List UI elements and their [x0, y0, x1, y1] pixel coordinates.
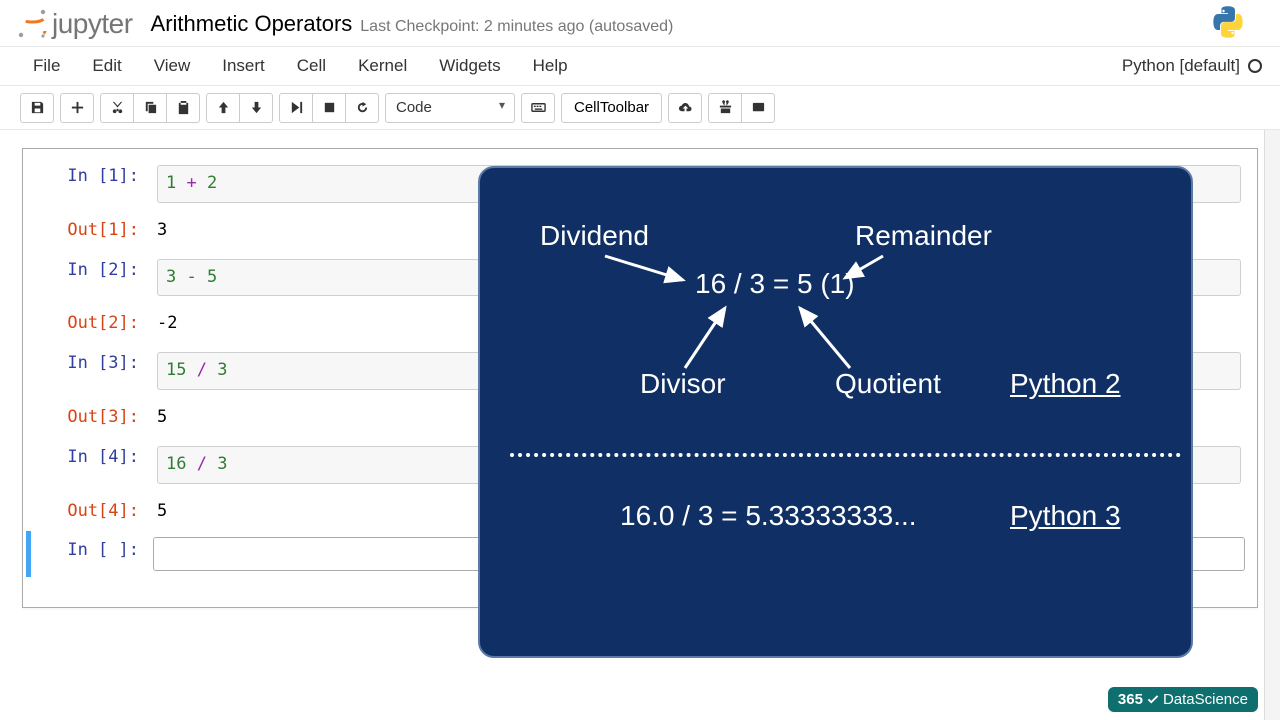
explainer-overlay: Dividend Remainder 16 / 3 = 5 (1) Diviso…	[478, 166, 1193, 658]
ov-py2: Python 2	[1010, 368, 1121, 400]
cell-type-select[interactable]: Code	[385, 93, 515, 123]
ov-remainder: Remainder	[855, 220, 992, 252]
restart-button[interactable]	[345, 93, 379, 123]
step-forward-icon	[289, 100, 304, 115]
cloud-upload-icon	[678, 100, 693, 115]
ov-quotient: Quotient	[835, 368, 941, 400]
out-prompt: Out[2]:	[31, 308, 149, 340]
run-button[interactable]	[279, 93, 313, 123]
keyboard-icon	[531, 100, 546, 115]
move-down-button[interactable]	[239, 93, 273, 123]
gift-icon	[718, 100, 733, 115]
copy-button[interactable]	[133, 93, 167, 123]
refresh-icon	[355, 100, 370, 115]
copy-icon	[143, 100, 158, 115]
in-prompt: In [2]:	[31, 255, 149, 301]
ov-divisor: Divisor	[640, 368, 726, 400]
ov-expr1: 16 / 3 = 5 (1)	[695, 268, 855, 300]
move-up-button[interactable]	[206, 93, 240, 123]
stop-icon	[322, 100, 337, 115]
active-prompt: In [ ]:	[31, 535, 149, 573]
kernel-indicator: Python [default]	[1122, 56, 1262, 76]
menu-kernel[interactable]: Kernel	[347, 48, 418, 84]
cell-toolbar-button[interactable]: CellToolbar	[561, 93, 662, 123]
command-palette-button[interactable]	[521, 93, 555, 123]
scissors-icon	[110, 100, 125, 115]
kernel-name: Python [default]	[1122, 56, 1240, 76]
out-prompt: Out[1]:	[31, 215, 149, 247]
jupyter-logo-text: jupyter	[52, 8, 133, 40]
kernel-status-circle-icon	[1248, 59, 1262, 73]
checkpoint-label: Last Checkpoint: 2 minutes ago (autosave…	[360, 18, 673, 36]
menubar: File Edit View Insert Cell Kernel Widget…	[0, 46, 1280, 86]
notebook-title[interactable]: Arithmetic Operators	[151, 11, 353, 37]
ov-py3: Python 3	[1010, 500, 1121, 532]
out-prompt: Out[3]:	[31, 402, 149, 434]
in-prompt: In [3]:	[31, 348, 149, 394]
menu-view[interactable]: View	[143, 48, 202, 84]
paste-button[interactable]	[166, 93, 200, 123]
jupyter-logo-icon	[16, 8, 48, 40]
vertical-scrollbar[interactable]	[1264, 130, 1280, 720]
ov-separator	[510, 453, 1181, 457]
menu-insert[interactable]: Insert	[211, 48, 276, 84]
save-icon	[30, 100, 45, 115]
clipboard-icon	[176, 100, 191, 115]
header-bar: jupyter Arithmetic Operators Last Checkp…	[0, 0, 1280, 46]
menu-cell[interactable]: Cell	[286, 48, 337, 84]
arrow-up-icon	[216, 100, 231, 115]
title-container: Arithmetic Operators Last Checkpoint: 2 …	[151, 11, 1210, 37]
arrow-down-icon	[249, 100, 264, 115]
menu-edit[interactable]: Edit	[81, 48, 132, 84]
plus-icon	[70, 100, 85, 115]
add-cell-button[interactable]	[60, 93, 94, 123]
watermark-tagline: DataScience	[1163, 691, 1248, 708]
watermark-badge: 365 DataScience	[1108, 687, 1258, 712]
interrupt-button[interactable]	[312, 93, 346, 123]
toolbar: Code CellToolbar	[0, 86, 1280, 130]
present-button[interactable]	[708, 93, 742, 123]
ov-expr2: 16.0 / 3 = 5.33333333...	[620, 500, 917, 532]
cut-button[interactable]	[100, 93, 134, 123]
overlay-arrows	[480, 168, 1195, 468]
out-prompt: Out[4]:	[31, 496, 149, 528]
menu-widgets[interactable]: Widgets	[428, 48, 511, 84]
python-logo-icon	[1210, 4, 1246, 45]
check-icon	[1146, 693, 1160, 707]
save-button[interactable]	[20, 93, 54, 123]
menu-help[interactable]: Help	[522, 48, 579, 84]
ov-dividend: Dividend	[540, 220, 649, 252]
slideshow-button[interactable]	[741, 93, 775, 123]
in-prompt: In [1]:	[31, 161, 149, 207]
bar-chart-icon	[751, 100, 766, 115]
in-prompt: In [4]:	[31, 442, 149, 488]
watermark-brand: 365	[1118, 691, 1143, 708]
menu-file[interactable]: File	[22, 48, 71, 84]
cloud-button[interactable]	[668, 93, 702, 123]
